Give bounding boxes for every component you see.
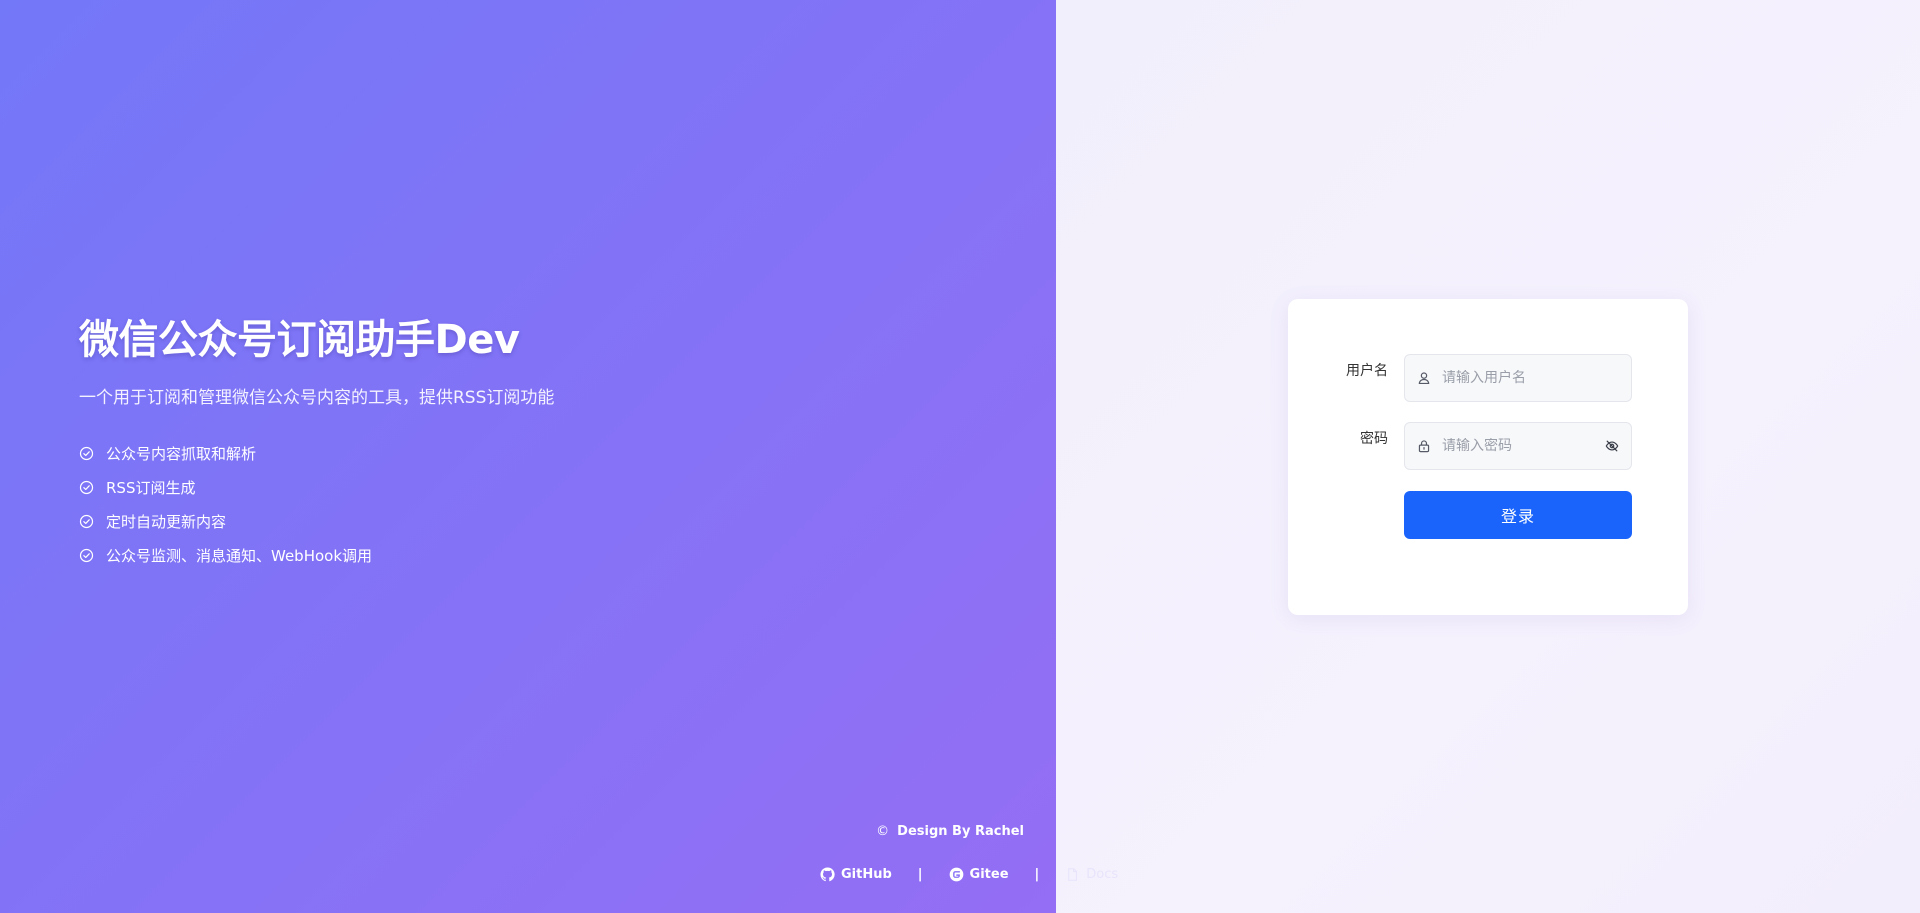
intro-panel: 微信公众号订阅助手Dev 一个用于订阅和管理微信公众号内容的工具，提供RSS订阅… — [0, 0, 1056, 913]
footer-credit: © Design By Rachel — [0, 824, 1024, 839]
hero-section: 微信公众号订阅助手Dev 一个用于订阅和管理微信公众号内容的工具，提供RSS订阅… — [79, 312, 554, 572]
check-circle-icon — [79, 446, 94, 461]
check-circle-icon — [79, 514, 94, 529]
username-input[interactable] — [1442, 370, 1619, 386]
gitee-icon — [949, 867, 964, 882]
password-input-wrapper[interactable] — [1404, 422, 1632, 470]
docs-link[interactable]: Docs — [1065, 867, 1118, 882]
username-row: 用户名 — [1288, 354, 1688, 402]
username-input-wrapper[interactable] — [1404, 354, 1632, 402]
feature-item: 公众号监测、消息通知、WebHook调用 — [79, 538, 554, 572]
docs-label: Docs — [1086, 866, 1119, 882]
footer-separator: | — [917, 866, 923, 882]
password-label: 密码 — [1360, 431, 1388, 447]
footer-links: GitHub | Gitee | Docs — [820, 864, 1118, 884]
eye-off-icon[interactable] — [1605, 439, 1619, 453]
user-icon — [1417, 371, 1431, 385]
github-label: GitHub — [841, 866, 892, 882]
gitee-link[interactable]: Gitee — [949, 867, 1009, 882]
check-circle-icon — [79, 480, 94, 495]
password-row: 密码 — [1288, 422, 1688, 470]
login-card: 用户名 密码 登录 — [1288, 299, 1688, 615]
feature-item: 定时自动更新内容 — [79, 504, 554, 538]
login-button[interactable]: 登录 — [1404, 491, 1632, 539]
github-icon — [820, 866, 835, 882]
app-title: 微信公众号订阅助手Dev — [79, 317, 520, 363]
feature-label: RSS订阅生成 — [106, 478, 196, 497]
feature-item: RSS订阅生成 — [79, 470, 554, 504]
password-input[interactable] — [1442, 438, 1605, 454]
copyright-symbol: © — [876, 824, 890, 839]
feature-label: 定时自动更新内容 — [106, 512, 227, 531]
check-circle-icon — [79, 548, 94, 563]
lock-icon — [1417, 439, 1431, 453]
feature-label: 公众号内容抓取和解析 — [106, 444, 257, 463]
feature-list: 公众号内容抓取和解析 RSS订阅生成 定时自动更新内容 公众号监测、消息通知、W… — [79, 436, 554, 572]
feature-label: 公众号监测、消息通知、WebHook调用 — [106, 546, 373, 565]
github-link[interactable]: GitHub — [820, 867, 892, 882]
gitee-label: Gitee — [969, 866, 1009, 882]
username-label: 用户名 — [1346, 363, 1388, 379]
feature-item: 公众号内容抓取和解析 — [79, 436, 554, 470]
footer-separator: | — [1034, 866, 1040, 882]
app-subtitle: 一个用于订阅和管理微信公众号内容的工具，提供RSS订阅功能 — [79, 388, 555, 408]
document-icon — [1065, 867, 1080, 882]
credit-text: Design By Rachel — [897, 824, 1024, 839]
